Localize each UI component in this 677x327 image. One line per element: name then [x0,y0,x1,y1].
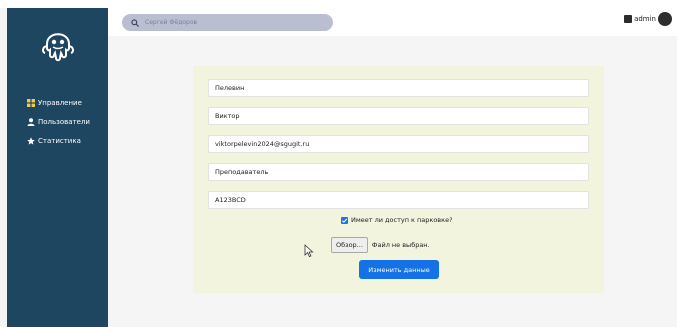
user-menu[interactable]: admin [624,12,672,26]
update-data-button[interactable]: Изменить данные [359,260,439,279]
sidebar-item-users[interactable]: Пользователи [27,115,112,128]
search-input[interactable] [145,19,325,26]
sidebar: Управление Пользователи Статистика [7,8,108,327]
first-name-field[interactable] [208,107,589,125]
browse-button[interactable]: Обзор... [331,237,368,253]
top-strip [0,0,677,8]
parking-label: Имеет ли доступ к парковке? [351,216,453,224]
email-field[interactable] [208,135,589,153]
star-icon [27,136,35,145]
last-name-field[interactable] [208,79,589,97]
search-bar[interactable] [122,14,333,31]
sidebar-item-management[interactable]: Управление [27,96,112,109]
role-field[interactable] [208,163,589,181]
main-content: Имеет ли доступ к парковке? Обзор... Фай… [108,36,677,327]
user-icon [27,117,35,126]
avatar[interactable] [658,12,672,26]
grid-icon [27,98,35,107]
app-window: Управление Пользователи Статистика ad [0,0,677,327]
file-status: Файл не выбран. [371,241,430,249]
user-card-icon [624,15,633,23]
parking-checkbox[interactable] [341,216,348,224]
search-icon [131,18,139,27]
edit-user-form: Имеет ли доступ к парковке? Обзор... Фай… [193,66,604,293]
mouse-cursor-icon [304,244,314,258]
file-upload: Обзор... Файл не выбран. [331,237,430,253]
sidebar-nav: Управление Пользователи Статистика [27,96,112,153]
license-plate-field[interactable] [208,191,589,209]
sidebar-item-label: Управление [38,98,82,107]
sidebar-item-label: Статистика [38,136,81,145]
username: admin [634,15,656,23]
sidebar-item-label: Пользователи [38,117,90,126]
parking-access-row[interactable]: Имеет ли доступ к парковке? [341,216,453,224]
topbar: admin [108,8,677,36]
sidebar-item-statistics[interactable]: Статистика [27,134,112,147]
octopus-logo-icon[interactable] [33,20,83,70]
